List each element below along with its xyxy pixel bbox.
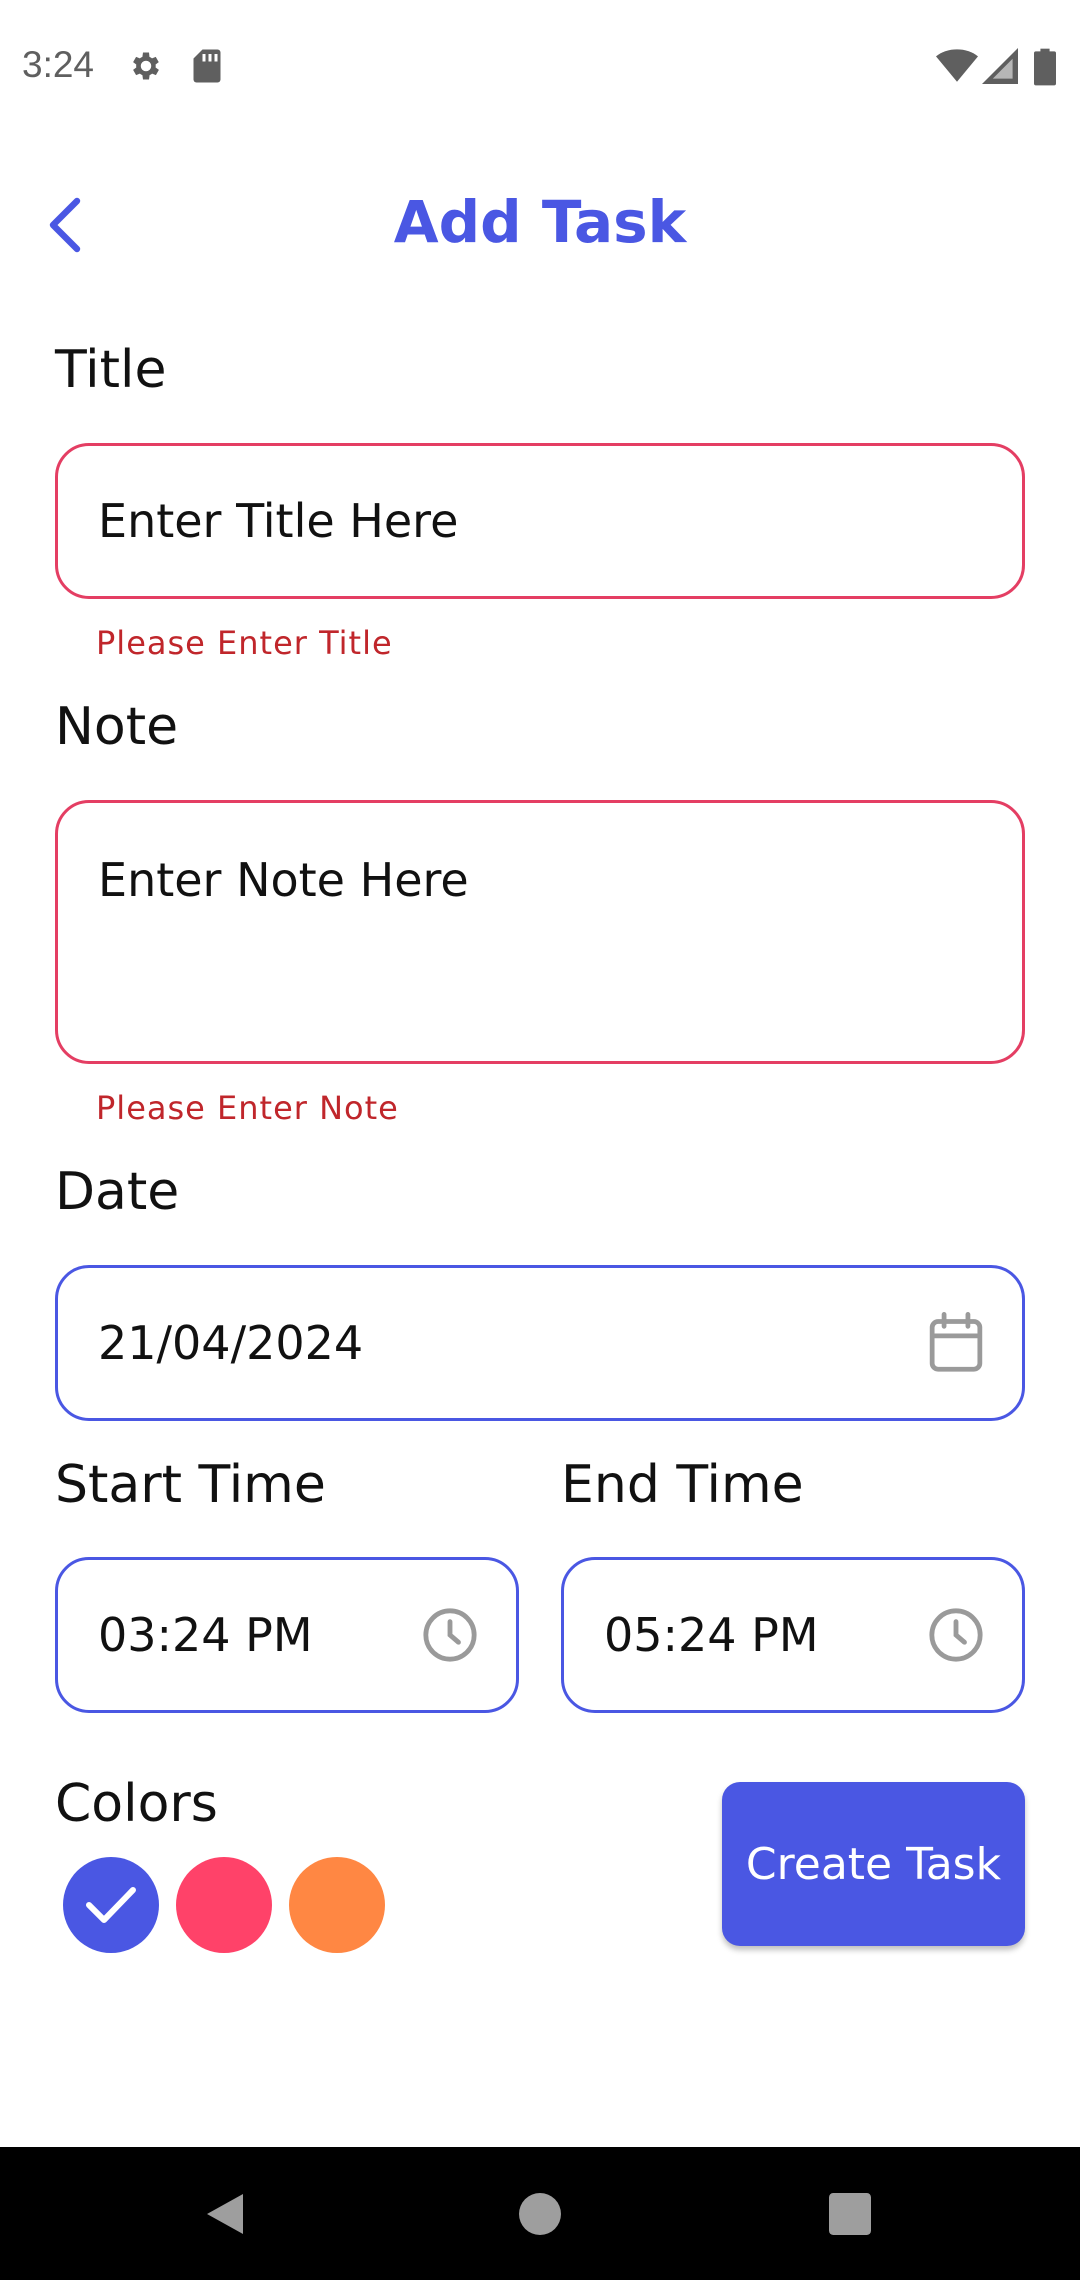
recents-icon[interactable] xyxy=(815,2179,885,2249)
end-time-label: End Time xyxy=(561,1455,804,1515)
color-option-orange[interactable] xyxy=(289,1857,385,1953)
calendar-icon[interactable] xyxy=(924,1311,988,1375)
note-input[interactable]: Enter Note Here xyxy=(55,800,1025,1064)
date-label: Date xyxy=(55,1162,180,1222)
note-placeholder: Enter Note Here xyxy=(98,853,469,907)
wifi-icon xyxy=(936,48,978,88)
title-input[interactable]: Enter Title Here xyxy=(55,443,1025,599)
color-option-pink[interactable] xyxy=(176,1857,272,1953)
clock-icon[interactable] xyxy=(924,1603,988,1667)
note-error-text: Please Enter Note xyxy=(96,1089,399,1127)
color-option-blue[interactable] xyxy=(63,1857,159,1953)
navigation-bar xyxy=(0,2147,1080,2280)
page-title: Add Task xyxy=(393,188,687,256)
back-icon[interactable] xyxy=(190,2179,260,2249)
status-bar: 3:24 xyxy=(0,0,1080,136)
clock-icon[interactable] xyxy=(418,1603,482,1667)
date-value: 21/04/2024 xyxy=(98,1316,364,1370)
battery-icon xyxy=(1034,48,1056,90)
settings-icon xyxy=(128,48,164,88)
colors-label: Colors xyxy=(55,1774,218,1834)
home-icon[interactable] xyxy=(505,2179,575,2249)
status-time: 3:24 xyxy=(22,44,95,85)
title-error-text: Please Enter Title xyxy=(96,624,393,662)
end-time-field[interactable]: 05:24 PM xyxy=(561,1557,1025,1713)
check-icon xyxy=(86,1887,136,1923)
title-label: Title xyxy=(55,340,167,400)
start-time-label: Start Time xyxy=(55,1455,326,1515)
title-placeholder: Enter Title Here xyxy=(98,494,459,548)
create-task-button[interactable]: Create Task xyxy=(722,1782,1025,1946)
add-task-screen: 3:24 Add Task Title Enter Title Here Ple… xyxy=(0,0,1080,2280)
start-time-field[interactable]: 03:24 PM xyxy=(55,1557,519,1713)
date-field[interactable]: 21/04/2024 xyxy=(55,1265,1025,1421)
signal-icon xyxy=(982,48,1018,88)
sd-card-icon xyxy=(192,48,222,88)
note-label: Note xyxy=(55,697,179,757)
